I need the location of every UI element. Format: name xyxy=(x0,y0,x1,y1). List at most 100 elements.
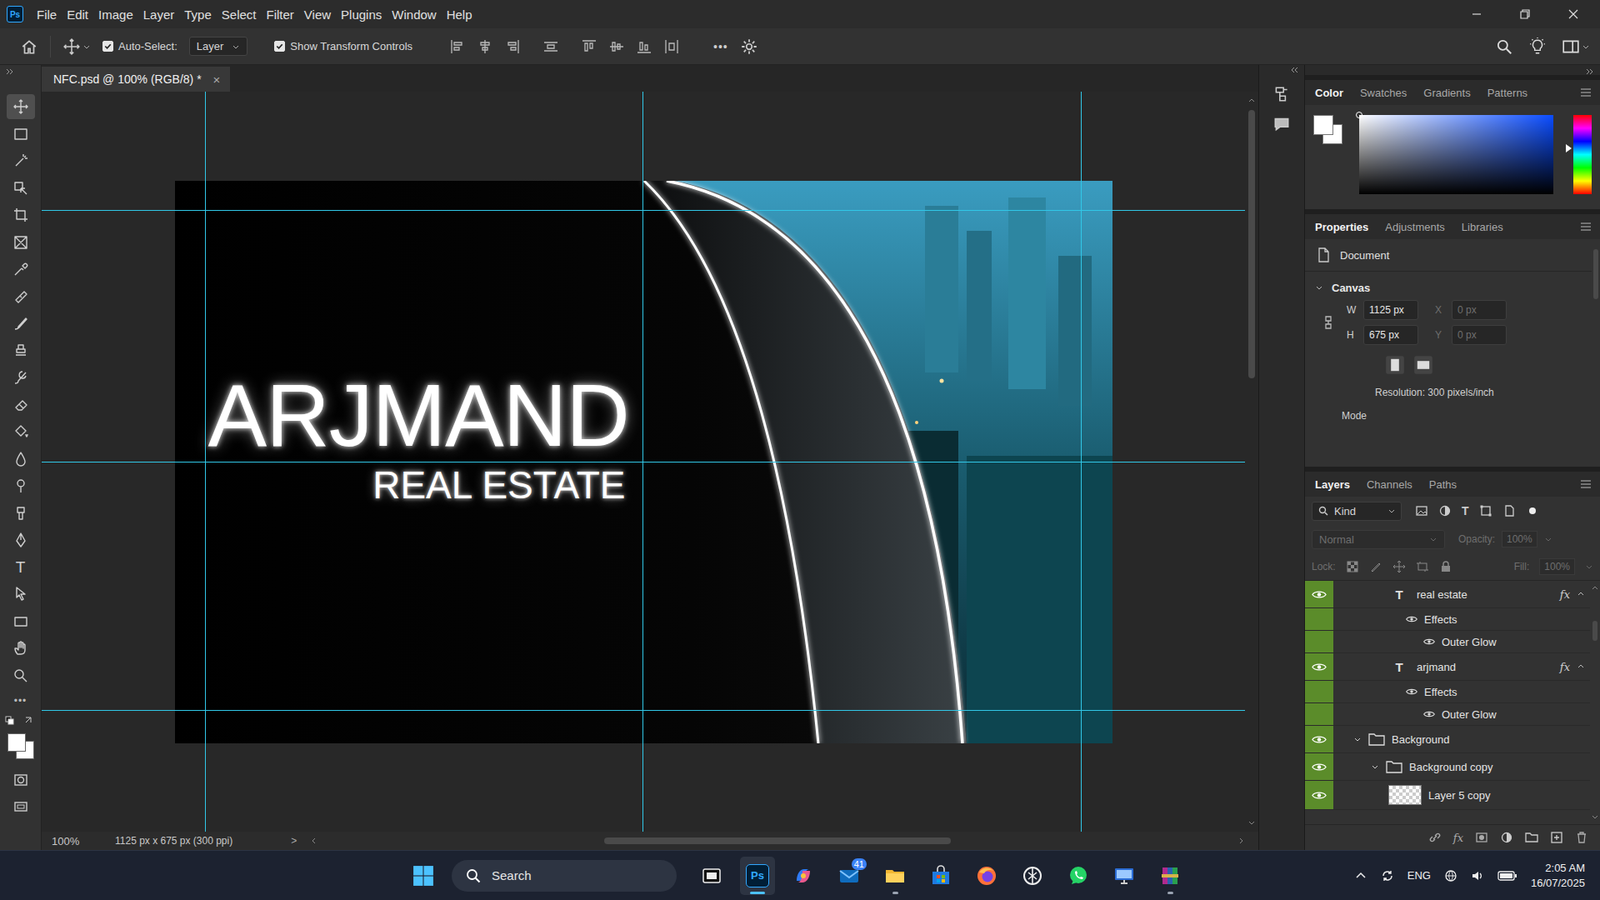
align-icon[interactable] xyxy=(608,38,625,55)
color-picker-field[interactable] xyxy=(1359,115,1554,195)
taskbar-app[interactable] xyxy=(1106,856,1142,895)
link-icon[interactable] xyxy=(1323,314,1334,331)
dimension-field[interactable]: H675 px xyxy=(1346,325,1419,345)
lock-position-icon[interactable] xyxy=(1392,560,1406,574)
zoom-field[interactable]: 100% xyxy=(51,835,97,848)
align-icon[interactable] xyxy=(542,38,560,55)
layer-row[interactable]: Layer 5 copy xyxy=(1305,780,1590,810)
new-layer-icon[interactable] xyxy=(1550,830,1564,845)
dimension-field[interactable]: Y0 px xyxy=(1435,325,1507,345)
sync-icon[interactable] xyxy=(1380,869,1395,883)
add-style-button[interactable]: fx xyxy=(1453,831,1464,845)
taskbar-app[interactable] xyxy=(923,856,959,895)
tool-button[interactable] xyxy=(6,256,35,282)
layer-effects-badge[interactable]: fx xyxy=(1560,660,1570,674)
tool-button[interactable] xyxy=(6,148,35,174)
home-icon[interactable] xyxy=(20,37,39,56)
layer-row[interactable]: Effects xyxy=(1305,680,1590,704)
shape-filter-icon[interactable] xyxy=(1479,504,1493,518)
visibility-toggle[interactable] xyxy=(1305,703,1334,725)
tool-button[interactable] xyxy=(6,663,35,689)
taskbar-app[interactable] xyxy=(1060,856,1096,895)
new-adjustment-icon[interactable] xyxy=(1500,830,1514,845)
lock-pixels-icon[interactable] xyxy=(1369,560,1383,574)
tool-button[interactable] xyxy=(6,635,35,661)
scrollbar-thumb[interactable] xyxy=(604,837,951,845)
taskbar-app[interactable]: Ps xyxy=(740,856,775,895)
tool-button[interactable] xyxy=(6,121,35,147)
search-icon[interactable] xyxy=(1495,37,1514,56)
panel-tab[interactable]: Channels xyxy=(1360,478,1420,491)
lightbulb-icon[interactable] xyxy=(1528,37,1547,56)
tool-button[interactable] xyxy=(6,609,35,635)
taskbar-app[interactable] xyxy=(694,856,730,895)
scroll-right-icon[interactable] xyxy=(1236,836,1245,845)
panel-scrollbar[interactable] xyxy=(1591,239,1600,467)
dimension-field[interactable]: W1125 px xyxy=(1346,300,1419,320)
taskbar-app[interactable] xyxy=(1152,856,1188,895)
layer-row[interactable]: Treal estatefx xyxy=(1305,580,1590,609)
caret-icon[interactable] xyxy=(1581,42,1590,51)
caret-icon[interactable] xyxy=(82,42,91,51)
panel-tab[interactable]: Libraries xyxy=(1455,220,1510,234)
guide-line[interactable] xyxy=(41,461,1245,463)
panel-tab[interactable]: Gradients xyxy=(1416,86,1477,100)
layer-row[interactable]: Background copy xyxy=(1305,753,1590,781)
visibility-toggle[interactable] xyxy=(1305,780,1334,810)
scrollbar-thumb[interactable] xyxy=(1248,110,1255,379)
comments-icon[interactable] xyxy=(1272,115,1291,134)
document-tab[interactable]: NFC.psd @ 100% (RGB/8) *× xyxy=(41,66,230,92)
panel-tab[interactable]: Properties xyxy=(1308,220,1375,234)
visibility-toggle[interactable] xyxy=(1305,680,1334,703)
panel-tab[interactable]: Layers xyxy=(1308,478,1357,491)
visibility-toggle[interactable] xyxy=(1305,608,1334,630)
fill-field[interactable]: 100% xyxy=(1539,558,1575,575)
default-colors-icon[interactable] xyxy=(4,715,38,727)
tool-button[interactable]: T xyxy=(6,555,35,580)
panel-tab[interactable]: Color xyxy=(1308,86,1350,100)
lock-transparency-icon[interactable] xyxy=(1345,560,1360,574)
scroll-up-icon[interactable] xyxy=(1247,96,1256,105)
panel-menu-icon[interactable] xyxy=(1580,87,1592,98)
history-icon[interactable] xyxy=(1272,85,1291,104)
align-icon[interactable] xyxy=(504,38,521,55)
canvas-area[interactable]: ARJMANDREAL ESTATE xyxy=(41,91,1245,832)
speaker-icon[interactable] xyxy=(1470,869,1485,883)
menu-item[interactable]: View xyxy=(299,7,336,22)
taskbar-app[interactable] xyxy=(877,856,913,895)
caret-icon[interactable] xyxy=(1585,562,1594,571)
input-language[interactable]: ENG xyxy=(1407,869,1431,882)
portrait-icon[interactable] xyxy=(1385,355,1405,375)
menu-item[interactable]: Edit xyxy=(61,7,94,22)
lock-all-icon[interactable] xyxy=(1439,560,1453,574)
lock-artboard-icon[interactable] xyxy=(1415,560,1430,574)
layer-row[interactable]: Outer Glow xyxy=(1305,630,1590,654)
tool-button[interactable] xyxy=(6,338,35,364)
eye-icon[interactable] xyxy=(1423,637,1435,646)
scroll-down-icon[interactable] xyxy=(1247,818,1256,827)
menu-item[interactable]: Image xyxy=(93,7,139,22)
panel-tab[interactable]: Paths xyxy=(1422,478,1464,491)
landscape-icon[interactable] xyxy=(1413,355,1434,375)
panel-tab[interactable]: Swatches xyxy=(1353,86,1414,100)
layer-row[interactable]: Effects xyxy=(1305,608,1590,631)
chevron-icon[interactable] xyxy=(1370,762,1380,771)
color-swatches[interactable] xyxy=(5,731,36,760)
auto-select-target-dropdown[interactable]: Layer xyxy=(189,36,249,56)
opacity-field[interactable]: 100% xyxy=(1501,530,1538,548)
link-layers-icon[interactable] xyxy=(1428,830,1442,845)
taskbar-search-box[interactable]: Search xyxy=(451,860,677,892)
visibility-toggle[interactable] xyxy=(1305,630,1334,653)
tool-button[interactable] xyxy=(6,202,35,228)
taskbar-app[interactable]: 41 xyxy=(831,856,867,895)
layers-scrollbar[interactable] xyxy=(1590,580,1600,825)
tool-button[interactable] xyxy=(6,500,35,526)
taskbar-app[interactable] xyxy=(1015,856,1050,895)
close-tab-button[interactable]: × xyxy=(213,72,221,87)
quick-mask-icon[interactable] xyxy=(12,771,30,789)
tool-button[interactable] xyxy=(6,230,35,255)
windows-start-icon[interactable] xyxy=(412,865,435,887)
tool-button[interactable] xyxy=(6,392,35,418)
chevron-icon[interactable] xyxy=(1576,662,1585,671)
visibility-toggle[interactable] xyxy=(1305,753,1334,780)
